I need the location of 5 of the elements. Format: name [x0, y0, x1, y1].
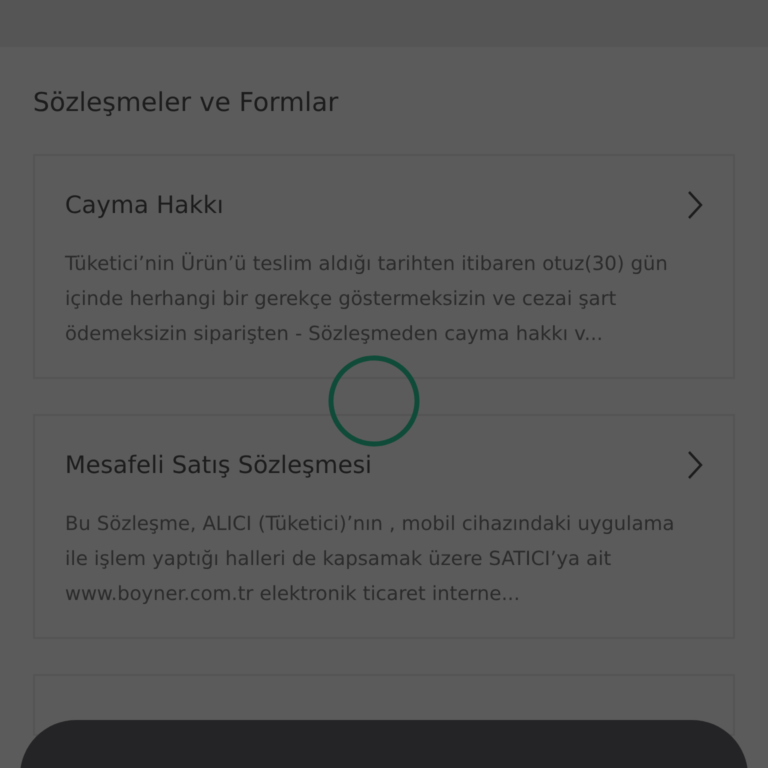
chevron-right-icon [687, 450, 703, 480]
section-title: Sözleşmeler ve Formlar [33, 87, 340, 120]
document-title: Cayma Hakkı [65, 190, 224, 221]
document-title: Mesafeli Satış Sözleşmesi [65, 450, 372, 481]
chevron-right-icon [687, 190, 703, 220]
